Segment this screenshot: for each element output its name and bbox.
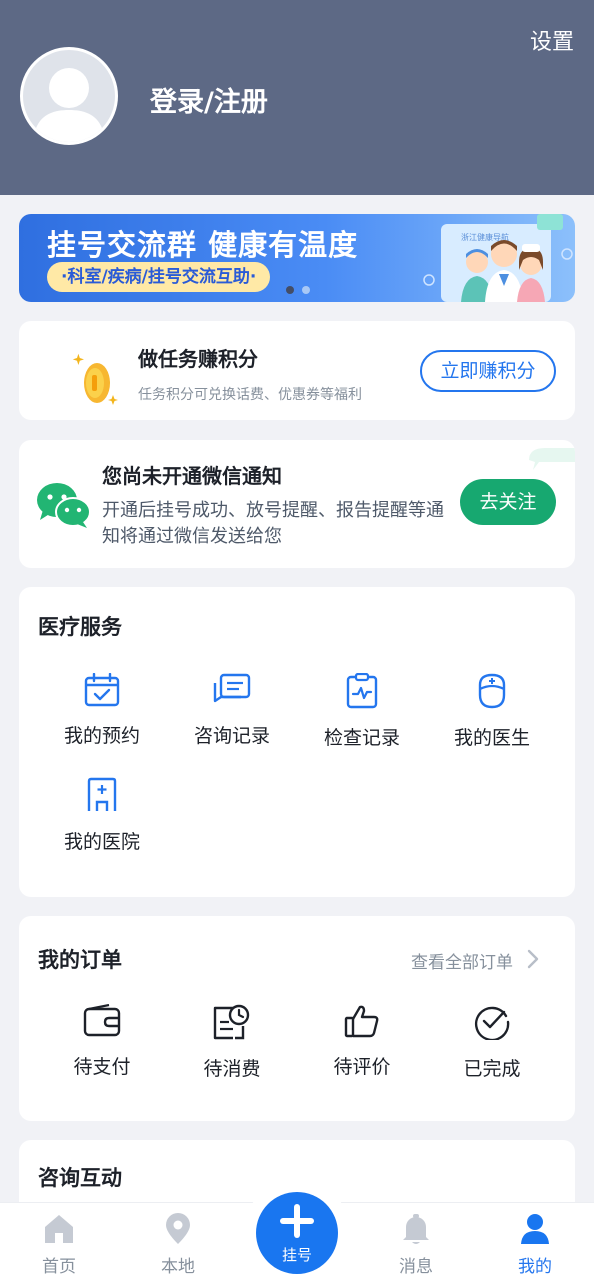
- wechat-notice-card: 您尚未开通微信通知 开通后挂号成功、放号提醒、报告提醒等通知将通过微信发送给您 …: [19, 440, 575, 568]
- exam-records-label: 检查记录: [323, 727, 400, 749]
- tab-home[interactable]: 首页: [19, 1213, 99, 1277]
- banner-tagline: ·科室/疾病/挂号交流互助·: [47, 262, 271, 292]
- avatar[interactable]: [20, 47, 118, 145]
- earn-points-button[interactable]: 立即赚积分: [420, 350, 556, 392]
- pending-use-item[interactable]: 待消费: [167, 1004, 297, 1081]
- my-appointments-label: 我的预约: [63, 725, 140, 747]
- person-icon: [521, 1214, 549, 1244]
- consult-records-item[interactable]: 咨询记录: [167, 673, 297, 748]
- wechat-notice-description: 开通后挂号成功、放号提醒、报告提醒等通知将通过微信发送给您: [102, 500, 444, 547]
- pending-payment-item[interactable]: 待支付: [37, 1004, 167, 1079]
- my-doctors-label: 我的医生: [453, 727, 530, 749]
- hospital-icon: [87, 777, 117, 811]
- exam-records-item[interactable]: 检查记录: [297, 673, 427, 750]
- login-register-link[interactable]: 登录/注册: [150, 80, 268, 119]
- tab-messages[interactable]: 消息: [376, 1213, 456, 1277]
- my-doctors-item[interactable]: 我的医生: [427, 673, 557, 750]
- doctor-icon: [478, 673, 506, 709]
- settings-button[interactable]: 设置: [530, 24, 574, 56]
- tab-local-label: 本地: [161, 1257, 195, 1277]
- plus-icon: [280, 1204, 314, 1238]
- location-pin-icon: [166, 1213, 190, 1244]
- wechat-icon: [37, 483, 91, 528]
- tab-mine[interactable]: 我的: [495, 1213, 575, 1277]
- banner-title: 挂号交流群 健康有温度: [47, 228, 359, 262]
- group-chat-banner[interactable]: 挂号交流群 健康有温度 ·科室/疾病/挂号交流互助· 浙江健康导航: [19, 214, 575, 302]
- pending-payment-label: 待支付: [73, 1056, 131, 1078]
- clipboard-pulse-icon: [346, 673, 378, 709]
- points-title: 做任务赚积分: [138, 347, 258, 371]
- points-task-card[interactable]: 做任务赚积分 任务积分可兑换话费、优惠券等福利 立即赚积分: [19, 321, 575, 420]
- view-all-orders-link[interactable]: 查看全部订单: [411, 948, 513, 973]
- my-orders-card: 我的订单 查看全部订单 待支付 待消费 待评价 已完成: [19, 916, 575, 1121]
- completed-item[interactable]: 已完成: [427, 1004, 557, 1081]
- receipt-clock-icon: [213, 1004, 250, 1040]
- bell-icon: [403, 1214, 429, 1244]
- tab-local[interactable]: 本地: [138, 1213, 218, 1277]
- wallet-icon: [83, 1004, 121, 1037]
- pending-review-item[interactable]: 待评价: [297, 1004, 427, 1079]
- pending-use-label: 待消费: [203, 1058, 261, 1080]
- default-avatar-icon: [33, 68, 105, 142]
- medical-services-title: 医疗服务: [38, 615, 122, 639]
- consult-records-label: 咨询记录: [193, 725, 270, 747]
- follow-wechat-button[interactable]: 去关注: [460, 479, 556, 525]
- doctors-illustration: 浙江健康导航: [423, 214, 573, 302]
- thumbs-up-icon: [344, 1005, 379, 1038]
- home-icon: [45, 1215, 73, 1243]
- my-orders-title: 我的订单: [38, 948, 122, 972]
- calendar-check-icon: [84, 673, 120, 707]
- banner-indicator-active: [286, 286, 294, 294]
- banner-indicator: [302, 286, 310, 294]
- wechat-notice-title: 您尚未开通微信通知: [102, 464, 282, 488]
- pending-review-label: 待评价: [333, 1056, 391, 1078]
- decor-bubble-icon: [529, 448, 575, 470]
- points-subtitle: 任务积分可兑换话费、优惠券等福利: [138, 387, 362, 403]
- tab-register-label: 挂号: [281, 1246, 312, 1264]
- my-appointments-item[interactable]: 我的预约: [37, 673, 167, 748]
- my-hospitals-item[interactable]: 我的医院: [37, 777, 167, 854]
- check-circle-icon: [474, 1006, 510, 1040]
- tab-mine-label: 我的: [518, 1257, 552, 1277]
- chevron-right-icon[interactable]: [526, 949, 540, 969]
- my-hospitals-label: 我的医院: [63, 831, 140, 853]
- coin-icon: [72, 353, 118, 405]
- consult-interaction-title: 咨询互动: [38, 1166, 122, 1190]
- completed-label: 已完成: [463, 1058, 521, 1080]
- medical-services-card: 医疗服务 我的预约 咨询记录 检查记录 我的医生 我的医院: [19, 587, 575, 897]
- profile-header: 设置 登录/注册: [0, 0, 594, 195]
- tab-messages-label: 消息: [399, 1257, 433, 1277]
- tab-home-label: 首页: [42, 1257, 76, 1277]
- chat-record-icon: [213, 673, 251, 703]
